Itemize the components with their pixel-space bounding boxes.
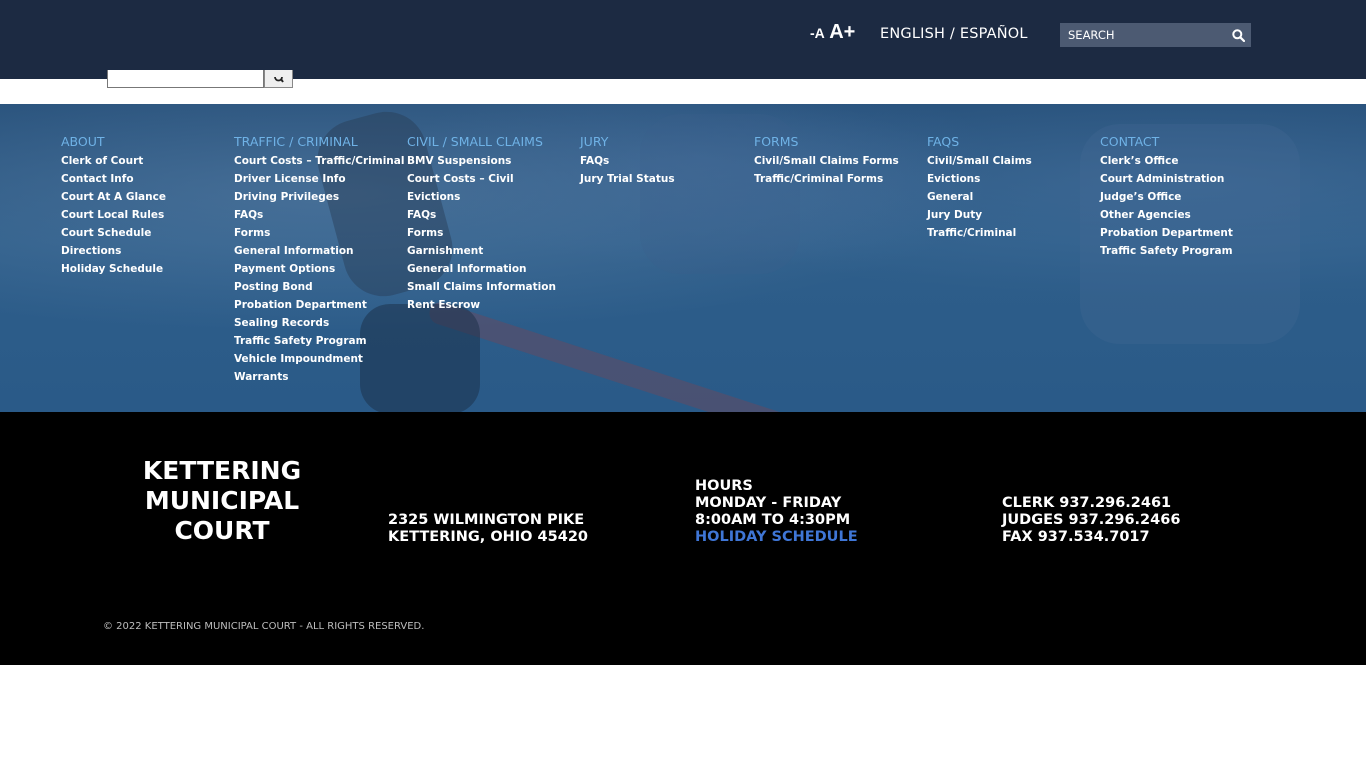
nav-link-holiday-schedule[interactable]: Holiday Schedule (61, 260, 166, 278)
nav-link-civil-small-claims-forms[interactable]: Civil/Small Claims Forms (754, 152, 899, 170)
nav-link-jury-faqs[interactable]: FAQs (580, 152, 675, 170)
nav-column-about: ABOUT Clerk of Court Contact Info Court … (61, 134, 166, 278)
court-name: KETTERING MUNICIPAL COURT (122, 456, 322, 546)
nav-link-driving-privileges[interactable]: Driving Privileges (234, 188, 404, 206)
nav-heading-jury[interactable]: JURY (580, 134, 675, 150)
header-search (1060, 23, 1251, 47)
nav-link-judges-office[interactable]: Judge’s Office (1100, 188, 1233, 206)
search-input[interactable] (1060, 23, 1225, 47)
nav-column-civil-small-claims: CIVIL / SMALL CLAIMS BMV Suspensions Cou… (407, 134, 556, 314)
phone-fax: FAX 937.534.7017 (1002, 529, 1150, 545)
court-hours: HOURS MONDAY - FRIDAY 8:00AM TO 4:30PM H… (695, 478, 858, 546)
secondary-search-input[interactable] (107, 70, 264, 88)
hours-days: MONDAY - FRIDAY (695, 495, 842, 511)
language-english-link[interactable]: ENGLISH (880, 26, 945, 42)
address-city: KETTERING, OHIO 45420 (388, 529, 588, 545)
nav-link-traffic-general-information[interactable]: General Information (234, 242, 404, 260)
nav-link-payment-options[interactable]: Payment Options (234, 260, 404, 278)
nav-link-driver-license-info[interactable]: Driver License Info (234, 170, 404, 188)
nav-column-traffic-criminal: TRAFFIC / CRIMINAL Court Costs – Traffic… (234, 134, 404, 386)
nav-heading-contact[interactable]: CONTACT (1100, 134, 1233, 150)
nav-link-jury-trial-status[interactable]: Jury Trial Status (580, 170, 675, 188)
secondary-search-button[interactable] (264, 70, 293, 88)
nav-link-contact-traffic-safety-program[interactable]: Traffic Safety Program (1100, 242, 1233, 260)
nav-link-traffic-forms[interactable]: Forms (234, 224, 404, 242)
search-icon (274, 77, 284, 83)
nav-link-small-claims-information[interactable]: Small Claims Information (407, 278, 556, 296)
nav-link-contact-info[interactable]: Contact Info (61, 170, 166, 188)
nav-heading-traffic-criminal[interactable]: TRAFFIC / CRIMINAL (234, 134, 404, 150)
nav-link-traffic-faqs[interactable]: FAQs (234, 206, 404, 224)
nav-heading-about[interactable]: ABOUT (61, 134, 166, 150)
nav-column-forms: FORMS Civil/Small Claims Forms Traffic/C… (754, 134, 899, 188)
nav-link-vehicle-impoundment[interactable]: Vehicle Impoundment (234, 350, 404, 368)
nav-link-warrants[interactable]: Warrants (234, 368, 404, 386)
phone-clerk: CLERK 937.296.2461 (1002, 495, 1172, 511)
top-header: -A A+ ENGLISH / ESPAÑOL (0, 0, 1366, 79)
nav-link-court-at-a-glance[interactable]: Court At A Glance (61, 188, 166, 206)
nav-column-contact: CONTACT Clerk’s Office Court Administrat… (1100, 134, 1233, 260)
nav-link-civil-faqs[interactable]: FAQs (407, 206, 556, 224)
nav-column-faqs: FAQS Civil/Small Claims Evictions Genera… (927, 134, 1032, 242)
copyright-notice: © 2022 KETTERING MUNICIPAL COURT - ALL R… (103, 621, 425, 632)
font-size-controls: -A A+ (810, 21, 855, 44)
nav-link-faq-traffic-criminal[interactable]: Traffic/Criminal (927, 224, 1032, 242)
language-switcher: ENGLISH / ESPAÑOL (880, 26, 1028, 42)
holiday-schedule-link[interactable]: HOLIDAY SCHEDULE (695, 529, 858, 546)
nav-link-court-costs-traffic[interactable]: Court Costs – Traffic/Criminal (234, 152, 404, 170)
court-name-line: KETTERING (142, 456, 302, 485)
nav-link-faq-evictions[interactable]: Evictions (927, 170, 1032, 188)
court-address: 2325 WILMINGTON PIKE KETTERING, OHIO 454… (388, 512, 588, 546)
nav-heading-civil-small-claims[interactable]: CIVIL / SMALL CLAIMS (407, 134, 556, 150)
nav-column-jury: JURY FAQs Jury Trial Status (580, 134, 675, 188)
court-name-line: MUNICIPAL (144, 486, 300, 515)
nav-link-sealing-records[interactable]: Sealing Records (234, 314, 404, 332)
font-increase-button[interactable]: A+ (829, 21, 855, 43)
nav-link-clerks-office[interactable]: Clerk’s Office (1100, 152, 1233, 170)
contact-phones: CLERK 937.296.2461 JUDGES 937.296.2466 F… (1002, 495, 1180, 546)
nav-link-civil-evictions[interactable]: Evictions (407, 188, 556, 206)
court-name-line: COURT (174, 516, 270, 545)
nav-link-faq-general[interactable]: General (927, 188, 1032, 206)
nav-link-posting-bond[interactable]: Posting Bond (234, 278, 404, 296)
search-icon (1231, 28, 1245, 42)
font-decrease-button[interactable]: -A (810, 25, 825, 41)
search-button[interactable] (1225, 23, 1251, 47)
nav-link-clerk-of-court[interactable]: Clerk of Court (61, 152, 166, 170)
nav-link-traffic-safety-program[interactable]: Traffic Safety Program (234, 332, 404, 350)
nav-link-bmv-suspensions[interactable]: BMV Suspensions (407, 152, 556, 170)
nav-heading-faqs[interactable]: FAQS (927, 134, 1032, 150)
footer-navigation: ABOUT Clerk of Court Contact Info Court … (0, 104, 1366, 412)
nav-link-directions[interactable]: Directions (61, 242, 166, 260)
address-street: 2325 WILMINGTON PIKE (388, 512, 585, 528)
site-footer: KETTERING MUNICIPAL COURT 2325 WILMINGTO… (0, 412, 1366, 665)
nav-link-court-schedule[interactable]: Court Schedule (61, 224, 166, 242)
nav-link-rent-escrow[interactable]: Rent Escrow (407, 296, 556, 314)
language-spanish-link[interactable]: ESPAÑOL (960, 26, 1028, 42)
nav-link-faq-jury-duty[interactable]: Jury Duty (927, 206, 1032, 224)
nav-link-contact-probation-department[interactable]: Probation Department (1100, 224, 1233, 242)
nav-link-faq-civil-small-claims[interactable]: Civil/Small Claims (927, 152, 1032, 170)
nav-link-traffic-criminal-forms[interactable]: Traffic/Criminal Forms (754, 170, 899, 188)
nav-link-civil-forms[interactable]: Forms (407, 224, 556, 242)
phone-judges: JUDGES 937.296.2466 (1002, 512, 1181, 528)
nav-link-garnishment[interactable]: Garnishment (407, 242, 556, 260)
nav-link-probation-department[interactable]: Probation Department (234, 296, 404, 314)
nav-link-court-costs-civil[interactable]: Court Costs – Civil (407, 170, 556, 188)
nav-link-court-administration[interactable]: Court Administration (1100, 170, 1233, 188)
language-separator: / (945, 26, 960, 42)
hours-time: 8:00AM TO 4:30PM (695, 512, 851, 528)
nav-link-civil-general-information[interactable]: General Information (407, 260, 556, 278)
hours-title: HOURS (695, 478, 753, 494)
nav-heading-forms[interactable]: FORMS (754, 134, 899, 150)
nav-link-other-agencies[interactable]: Other Agencies (1100, 206, 1233, 224)
nav-link-court-local-rules[interactable]: Court Local Rules (61, 206, 166, 224)
